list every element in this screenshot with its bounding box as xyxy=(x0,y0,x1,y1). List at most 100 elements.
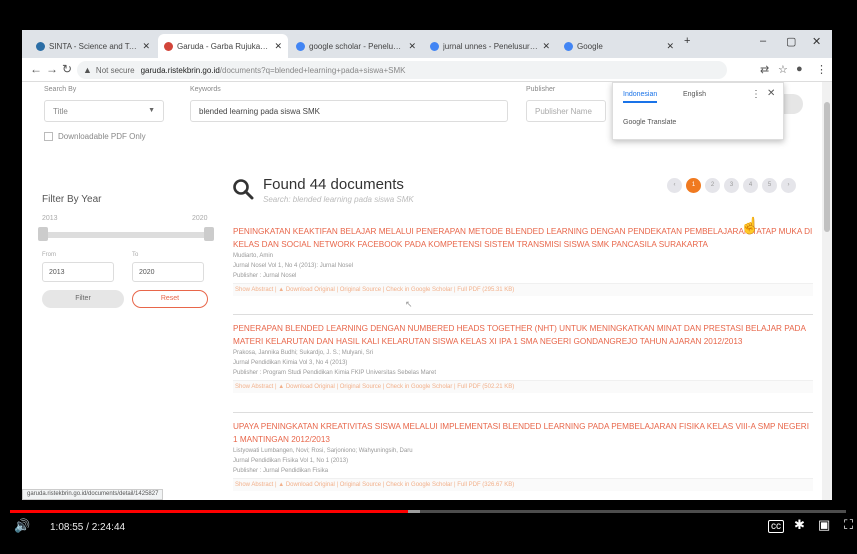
to-value: 2020 xyxy=(139,269,155,276)
translate-popup: Indonesian English ⋮ ✕ Google Translate xyxy=(612,82,784,140)
year-min-label: 2013 xyxy=(42,215,58,222)
captions-icon[interactable]: cc xyxy=(768,520,784,533)
warning-icon: ▲ xyxy=(83,65,92,75)
page-scrollbar[interactable] xyxy=(822,82,832,500)
chevron-down-icon: ▼ xyxy=(148,107,155,114)
slider-handle-max[interactable] xyxy=(204,227,214,241)
lang-tab-indonesian[interactable]: Indonesian xyxy=(623,91,658,103)
keyword-value: blended learning pada siswa SMK xyxy=(199,107,320,116)
from-year-input[interactable]: 2013 xyxy=(42,262,114,282)
to-year-input[interactable]: 2020 xyxy=(132,262,204,282)
translate-menu-icon[interactable]: ⋮ xyxy=(751,89,761,100)
year-range-slider[interactable] xyxy=(42,232,210,238)
garuda-favicon xyxy=(164,41,173,51)
result-publisher: Publisher : Jurnal Pendidikan Fisika xyxy=(233,468,329,474)
tab-jurnal-unnes[interactable]: jurnal unnes - Penelusuran G ✕ xyxy=(424,34,556,58)
close-icon[interactable]: ✕ xyxy=(274,41,282,52)
downloadable-pdf-checkbox[interactable]: Downloadable PDF Only xyxy=(44,132,146,141)
result-actions[interactable]: Show Abstract | ▲ Download Original | Or… xyxy=(233,478,813,491)
results-subtitle: Search: blended learning pada siswa SMK xyxy=(263,195,414,204)
tab-garuda[interactable]: Garuda - Garba Rujukan Digit ✕ xyxy=(158,34,288,58)
tab-strip: SINTA - Science and Technolo ✕ Garuda - … xyxy=(22,30,832,58)
from-value: 2013 xyxy=(49,269,65,276)
result-journal[interactable]: Jurnal Pendidikan Kimia Vol 3, No 4 (201… xyxy=(233,358,813,368)
search-field-select[interactable]: Title ▼ xyxy=(44,100,164,122)
close-icon[interactable]: ✕ xyxy=(542,41,550,52)
settings-icon[interactable]: ✱ xyxy=(794,517,805,533)
reload-icon[interactable]: ↻ xyxy=(62,62,72,76)
tab-label: google scholar - Penelusuran xyxy=(309,41,405,51)
star-icon[interactable]: ☆ xyxy=(778,63,788,76)
tab-google[interactable]: Google ✕ xyxy=(558,34,680,58)
from-label: From xyxy=(42,252,56,258)
filter-button[interactable]: Filter xyxy=(42,290,124,308)
result-item: UPAYA PENINGKATAN KREATIVITAS SISWA MELA… xyxy=(233,420,813,491)
pagination: ‹ 1 2 3 4 5 › xyxy=(667,178,796,193)
google-favicon xyxy=(564,41,573,51)
result-title-link[interactable]: UPAYA PENINGKATAN KREATIVITAS SISWA MELA… xyxy=(233,420,813,446)
result-authors: Listyowati Lumbangen, Novi; Rosi, Sarjon… xyxy=(233,448,413,454)
result-journal[interactable]: Jurnal Nosel Vol 1, No 4 (2013): Jurnal … xyxy=(233,261,813,271)
scrollbar-thumb[interactable] xyxy=(824,102,830,232)
checkbox-box[interactable] xyxy=(44,132,53,141)
filter-title: Filter By Year xyxy=(42,194,102,205)
sinta-favicon xyxy=(36,41,45,51)
profile-icon[interactable]: ● xyxy=(796,63,803,75)
hand-cursor-icon: ☝ xyxy=(740,218,760,235)
video-time: 1:08:55 / 2:24:44 xyxy=(50,522,126,533)
translate-icon[interactable]: ⇄ xyxy=(760,63,769,76)
window-close-icon[interactable]: ✕ xyxy=(812,35,821,48)
close-icon[interactable]: ✕ xyxy=(142,41,150,52)
garuda-page: Search By Keywords Publisher Title ▼ ble… xyxy=(22,82,822,500)
checkbox-label: Downloadable PDF Only xyxy=(58,132,146,141)
page-2[interactable]: 2 xyxy=(705,178,720,193)
page-1[interactable]: 1 xyxy=(686,178,701,193)
page-prev[interactable]: ‹ xyxy=(667,178,682,193)
address-bar[interactable]: ▲ Not secure garuda.ristekbrin.go.id /do… xyxy=(77,61,727,79)
result-publisher: Publisher : Program Studi Pendidikan Kim… xyxy=(233,370,436,376)
result-item: PENERAPAN BLENDED LEARNING DENGAN NUMBER… xyxy=(233,322,813,393)
result-publisher: Publisher : Jurnal Nosel xyxy=(233,273,297,279)
slider-handle-min[interactable] xyxy=(38,227,48,241)
tab-label: SINTA - Science and Technolo xyxy=(49,41,138,51)
result-item: PENINGKATAN KEAKTIFAN BELAJAR MELALUI PE… xyxy=(233,225,813,296)
result-actions[interactable]: Show Abstract | ▲ Download Original | Or… xyxy=(233,380,813,393)
result-title-link[interactable]: PENINGKATAN KEAKTIFAN BELAJAR MELALUI PE… xyxy=(233,225,813,251)
menu-icon[interactable]: ⋮ xyxy=(816,63,827,76)
forward-icon[interactable]: → xyxy=(46,62,58,76)
page-4[interactable]: 4 xyxy=(743,178,758,193)
translate-close-icon[interactable]: ✕ xyxy=(767,88,775,99)
tab-sinta[interactable]: SINTA - Science and Technolo ✕ xyxy=(30,34,156,58)
video-progress-bar[interactable] xyxy=(10,510,846,513)
result-divider xyxy=(233,314,813,315)
browser-window: SINTA - Science and Technolo ✕ Garuda - … xyxy=(22,30,832,500)
lang-tab-english[interactable]: English xyxy=(683,91,706,98)
fullscreen-icon[interactable]: ⛶ xyxy=(844,517,853,533)
google-favicon xyxy=(296,41,305,51)
publisher-input[interactable]: Publisher Name xyxy=(526,100,606,122)
miniplayer-icon[interactable]: ▣ xyxy=(818,517,830,533)
search-by-label: Search By xyxy=(44,86,77,93)
result-divider xyxy=(233,412,813,413)
result-actions[interactable]: Show Abstract | ▲ Download Original | Or… xyxy=(233,283,813,296)
url-host: garuda.ristekbrin.go.id xyxy=(140,65,220,75)
maximize-icon[interactable]: ▢ xyxy=(786,35,796,48)
back-icon[interactable]: ← xyxy=(30,62,42,76)
page-next[interactable]: › xyxy=(781,178,796,193)
page-3[interactable]: 3 xyxy=(724,178,739,193)
to-label: To xyxy=(132,252,139,258)
result-authors: Prakosa, Jannika Budhi; Sukardjo, J. S.;… xyxy=(233,350,374,356)
played-bar xyxy=(10,510,408,513)
reset-button[interactable]: Reset xyxy=(132,290,208,308)
new-tab-button[interactable]: + xyxy=(684,35,690,47)
minimize-icon[interactable]: – xyxy=(760,35,766,47)
close-icon[interactable]: ✕ xyxy=(666,41,674,52)
volume-icon[interactable]: 🔊 xyxy=(14,518,30,534)
pointer-trail-icon: ↖ xyxy=(405,299,413,309)
page-5[interactable]: 5 xyxy=(762,178,777,193)
tab-google-scholar[interactable]: google scholar - Penelusuran ✕ xyxy=(290,34,422,58)
result-journal[interactable]: Jurnal Pendidikan Fisika Vol 1, No 1 (20… xyxy=(233,456,813,466)
result-title-link[interactable]: PENERAPAN BLENDED LEARNING DENGAN NUMBER… xyxy=(233,322,813,348)
close-icon[interactable]: ✕ xyxy=(408,41,416,52)
keyword-input[interactable]: blended learning pada siswa SMK xyxy=(190,100,508,122)
